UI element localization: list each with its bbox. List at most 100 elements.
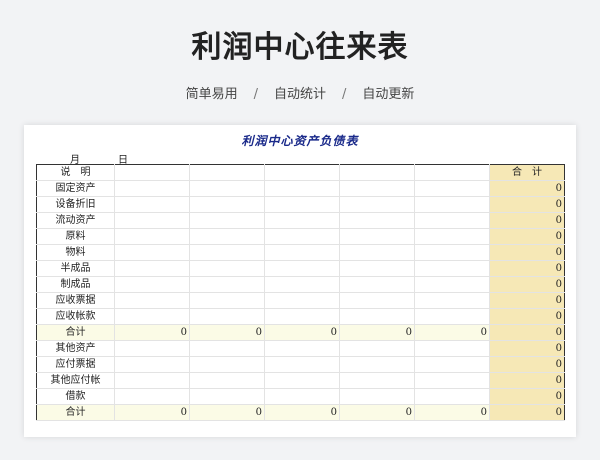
value-cell[interactable]: [339, 260, 415, 277]
value-cell[interactable]: [414, 228, 490, 245]
value-cell[interactable]: [189, 260, 265, 277]
value-cell[interactable]: [264, 388, 340, 405]
value-cell[interactable]: [264, 340, 340, 357]
value-cell[interactable]: [414, 276, 490, 293]
value-cell[interactable]: [189, 356, 265, 373]
value-cell[interactable]: 0: [189, 404, 265, 421]
value-cell[interactable]: [189, 212, 265, 229]
value-cell[interactable]: [339, 372, 415, 389]
value-cell[interactable]: [264, 212, 340, 229]
total-cell[interactable]: 0: [489, 308, 565, 325]
value-cell[interactable]: [114, 308, 190, 325]
row-label[interactable]: 原料: [36, 228, 115, 245]
total-cell[interactable]: 0: [489, 340, 565, 357]
value-cell[interactable]: 0: [414, 404, 490, 421]
value-cell[interactable]: [189, 292, 265, 309]
value-cell[interactable]: [114, 180, 190, 197]
value-cell[interactable]: [114, 372, 190, 389]
value-cell[interactable]: [264, 260, 340, 277]
value-cell[interactable]: [414, 340, 490, 357]
value-cell[interactable]: [114, 340, 190, 357]
row-label[interactable]: 设备折旧: [36, 196, 115, 213]
value-cell[interactable]: [339, 292, 415, 309]
value-cell[interactable]: [189, 340, 265, 357]
value-cell[interactable]: [264, 244, 340, 261]
value-cell[interactable]: [339, 180, 415, 197]
value-cell[interactable]: [414, 260, 490, 277]
value-cell[interactable]: [114, 244, 190, 261]
value-cell[interactable]: [339, 276, 415, 293]
value-cell[interactable]: [339, 388, 415, 405]
total-cell[interactable]: 0: [489, 372, 565, 389]
value-cell[interactable]: 0: [339, 404, 415, 421]
value-cell[interactable]: [339, 356, 415, 373]
total-cell[interactable]: 0: [489, 404, 565, 421]
row-label[interactable]: 应收票据: [36, 292, 115, 309]
row-label[interactable]: 制成品: [36, 276, 115, 293]
header-cell[interactable]: [189, 164, 265, 181]
value-cell[interactable]: [189, 276, 265, 293]
header-cell[interactable]: [414, 164, 490, 181]
value-cell[interactable]: [264, 228, 340, 245]
value-cell[interactable]: [414, 212, 490, 229]
value-cell[interactable]: [339, 244, 415, 261]
row-label[interactable]: 其他资产: [36, 340, 115, 357]
value-cell[interactable]: [189, 180, 265, 197]
value-cell[interactable]: [339, 308, 415, 325]
header-cell[interactable]: [114, 164, 190, 181]
value-cell[interactable]: [339, 212, 415, 229]
row-label[interactable]: 应付票据: [36, 356, 115, 373]
value-cell[interactable]: [114, 228, 190, 245]
value-cell[interactable]: [414, 388, 490, 405]
total-cell[interactable]: 0: [489, 244, 565, 261]
total-cell[interactable]: 0: [489, 228, 565, 245]
header-total[interactable]: 合 计: [489, 164, 565, 181]
value-cell[interactable]: [264, 356, 340, 373]
value-cell[interactable]: [189, 196, 265, 213]
total-cell[interactable]: 0: [489, 388, 565, 405]
value-cell[interactable]: 0: [264, 404, 340, 421]
value-cell[interactable]: [414, 292, 490, 309]
value-cell[interactable]: [114, 196, 190, 213]
value-cell[interactable]: [414, 180, 490, 197]
header-desc[interactable]: 说 明: [36, 164, 115, 181]
value-cell[interactable]: [189, 308, 265, 325]
row-label[interactable]: 合计: [36, 404, 115, 421]
value-cell[interactable]: [114, 212, 190, 229]
value-cell[interactable]: [339, 196, 415, 213]
value-cell[interactable]: [114, 260, 190, 277]
row-label[interactable]: 借款: [36, 388, 115, 405]
value-cell[interactable]: [114, 276, 190, 293]
value-cell[interactable]: 0: [114, 324, 190, 341]
value-cell[interactable]: [414, 308, 490, 325]
value-cell[interactable]: [189, 228, 265, 245]
row-label[interactable]: 其他应付帐: [36, 372, 115, 389]
value-cell[interactable]: [414, 196, 490, 213]
value-cell[interactable]: [189, 244, 265, 261]
row-label[interactable]: 固定资产: [36, 180, 115, 197]
value-cell[interactable]: 0: [114, 404, 190, 421]
total-cell[interactable]: 0: [489, 292, 565, 309]
value-cell[interactable]: [264, 292, 340, 309]
value-cell[interactable]: [264, 372, 340, 389]
total-cell[interactable]: 0: [489, 276, 565, 293]
row-label[interactable]: 半成品: [36, 260, 115, 277]
row-label[interactable]: 应收帐款: [36, 308, 115, 325]
total-cell[interactable]: 0: [489, 196, 565, 213]
value-cell[interactable]: 0: [414, 324, 490, 341]
header-cell[interactable]: [264, 164, 340, 181]
value-cell[interactable]: [264, 276, 340, 293]
total-cell[interactable]: 0: [489, 260, 565, 277]
value-cell[interactable]: [189, 372, 265, 389]
value-cell[interactable]: [264, 196, 340, 213]
header-cell[interactable]: [339, 164, 415, 181]
value-cell[interactable]: [339, 340, 415, 357]
value-cell[interactable]: [414, 356, 490, 373]
row-label[interactable]: 物料: [36, 244, 115, 261]
total-cell[interactable]: 0: [489, 324, 565, 341]
value-cell[interactable]: [189, 388, 265, 405]
value-cell[interactable]: 0: [339, 324, 415, 341]
row-label[interactable]: 流动资产: [36, 212, 115, 229]
total-cell[interactable]: 0: [489, 356, 565, 373]
total-cell[interactable]: 0: [489, 212, 565, 229]
